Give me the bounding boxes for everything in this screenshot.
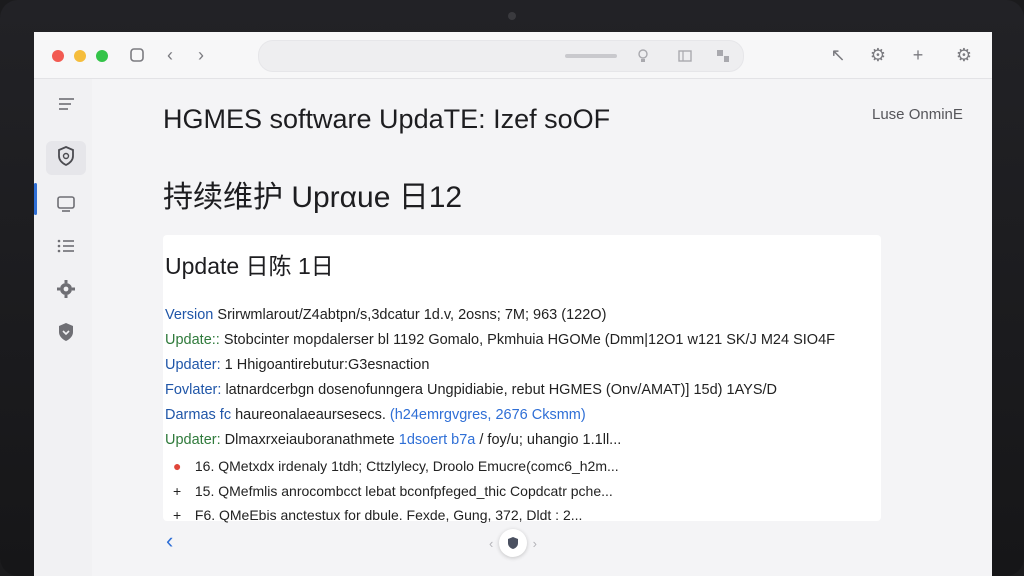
prev-page-button[interactable]: ‹	[489, 536, 493, 551]
row-link[interactable]: (h24emrgvgres, 2676 Cksmm)	[390, 407, 586, 423]
cursor-icon[interactable]: ↖	[826, 43, 850, 67]
list-item: Darmas fc haureonalaeaursesecs. (h24emrg…	[165, 407, 586, 423]
row-label: Fovlater:	[165, 382, 222, 398]
sidebar-item-menu[interactable]	[46, 89, 86, 123]
bookmarks-icon[interactable]	[675, 46, 695, 66]
shield-button[interactable]	[499, 529, 527, 557]
square-icon[interactable]	[125, 43, 149, 67]
lightbulb-icon[interactable]	[633, 46, 653, 66]
list-item: Updater: 1 Hhigoantirebutur:G3esnaction	[165, 357, 429, 373]
row-label: Updater:	[165, 357, 221, 373]
sidebar-item-settings[interactable]	[46, 274, 86, 308]
row-link[interactable]: 1dsoert b7a	[399, 432, 476, 448]
list-item: Updater: Dlmaxrxeiauboranathmete 1dsoert…	[165, 432, 621, 448]
subitem-text: F6. QMeEbis anctestux for dbule. Fexde, …	[194, 507, 583, 523]
sidebar	[34, 79, 92, 576]
plus-icon: +	[173, 507, 182, 523]
settings-icon[interactable]: ⚙	[866, 43, 890, 67]
subitem-text: 15. QMefmlis anrocombcct lebat bconfpfeg…	[194, 483, 613, 499]
forward-nav-button[interactable]: ›	[189, 43, 213, 67]
row-tail: / foy/u; uhangio 1.1ll...	[479, 432, 622, 448]
row-label: Darmas fc	[165, 407, 232, 423]
add-icon[interactable]: +	[906, 43, 930, 67]
update-card: Update 日陈 1日 Version Srirwmlarout/Z4abtp…	[163, 235, 881, 523]
list-item: Update:: Stobcinter mopdalerser bl 1192 …	[165, 332, 835, 348]
minimize-window-button[interactable]	[74, 50, 86, 62]
row-label: Updater:	[165, 432, 221, 448]
row-label: Update::	[165, 332, 220, 348]
sidebar-item-messages[interactable]	[46, 189, 86, 223]
row-text: latnardcerbgn dosenofunngera Ungpidiabie…	[225, 382, 778, 398]
list-item: ● 16. QMetxdx irdenaly 1tdh; Cttzlylecy,…	[173, 458, 619, 474]
list-icon	[56, 238, 76, 259]
row-label: Version	[165, 307, 214, 323]
sidebar-item-security[interactable]	[46, 141, 86, 175]
address-placeholder-bar	[565, 54, 617, 58]
subitem-text: 16. QMetxdx irdenaly 1tdh; Cttzlylecy, D…	[194, 458, 619, 474]
close-window-button[interactable]	[52, 50, 64, 62]
menu-lines-icon	[56, 96, 76, 117]
extensions-icon[interactable]	[713, 46, 733, 66]
row-text: 1 Hhigoantirebutur:G3esnaction	[224, 357, 430, 373]
title-bar: ‹ › ↖ ⚙ + ⚙	[34, 32, 992, 79]
next-page-button[interactable]: ›	[533, 536, 537, 551]
list-item: Fovlater: latnardcerbgn dosenofunngera U…	[165, 382, 777, 398]
plus-icon: +	[173, 483, 182, 499]
message-icon	[56, 195, 76, 218]
shield-icon	[57, 145, 75, 171]
sidebar-item-protection[interactable]	[46, 317, 86, 351]
camera-icon	[508, 12, 516, 20]
sidebar-active-indicator	[34, 183, 37, 215]
address-bar[interactable]	[258, 40, 744, 72]
row-text: Stobcinter mopdalerser bl 1192 Gomalo, P…	[223, 332, 835, 348]
back-nav-button[interactable]: ‹	[158, 43, 182, 67]
pin-icon: ●	[173, 458, 182, 474]
gear-icon	[56, 279, 76, 304]
profile-gear-icon[interactable]: ⚙	[952, 43, 976, 67]
row-text: Srirwmlarout/Z4abtpn/s,3dcatur 1d.v, 2os…	[217, 307, 607, 323]
row-text: haureonalaeaursesecs.	[235, 407, 386, 423]
back-chevron-icon[interactable]: ‹	[166, 528, 173, 554]
list-item: + F6. QMeEbis anctestux for dbule. Fexde…	[173, 507, 582, 523]
app-window: ‹ › ↖ ⚙ + ⚙ HGMES software UpdaTE: Izef …	[34, 32, 992, 576]
list-item: + 15. QMefmlis anrocombcct lebat bconfpf…	[173, 483, 613, 499]
list-item: Version Srirwmlarout/Z4abtpn/s,3dcatur 1…	[165, 307, 606, 323]
pager: ‹ ›	[489, 528, 537, 558]
row-text: Dlmaxrxeiauboranathmete	[224, 432, 395, 448]
sidebar-item-list[interactable]	[46, 231, 86, 265]
maximize-window-button[interactable]	[96, 50, 108, 62]
footer: ‹ ‹ ›	[34, 528, 992, 576]
laptop-bezel: ‹ › ↖ ⚙ + ⚙ HGMES software UpdaTE: Izef …	[0, 0, 1024, 576]
badge-shield-icon	[57, 322, 75, 347]
page-title: HGMES software UpdaTE: Izef soOF	[163, 104, 611, 134]
card-title: Update 日陈 1日	[165, 253, 334, 279]
page-subtitle: 持续维护 Uprαue 日12	[163, 181, 463, 214]
user-label[interactable]: Luse OnminE	[872, 106, 963, 123]
